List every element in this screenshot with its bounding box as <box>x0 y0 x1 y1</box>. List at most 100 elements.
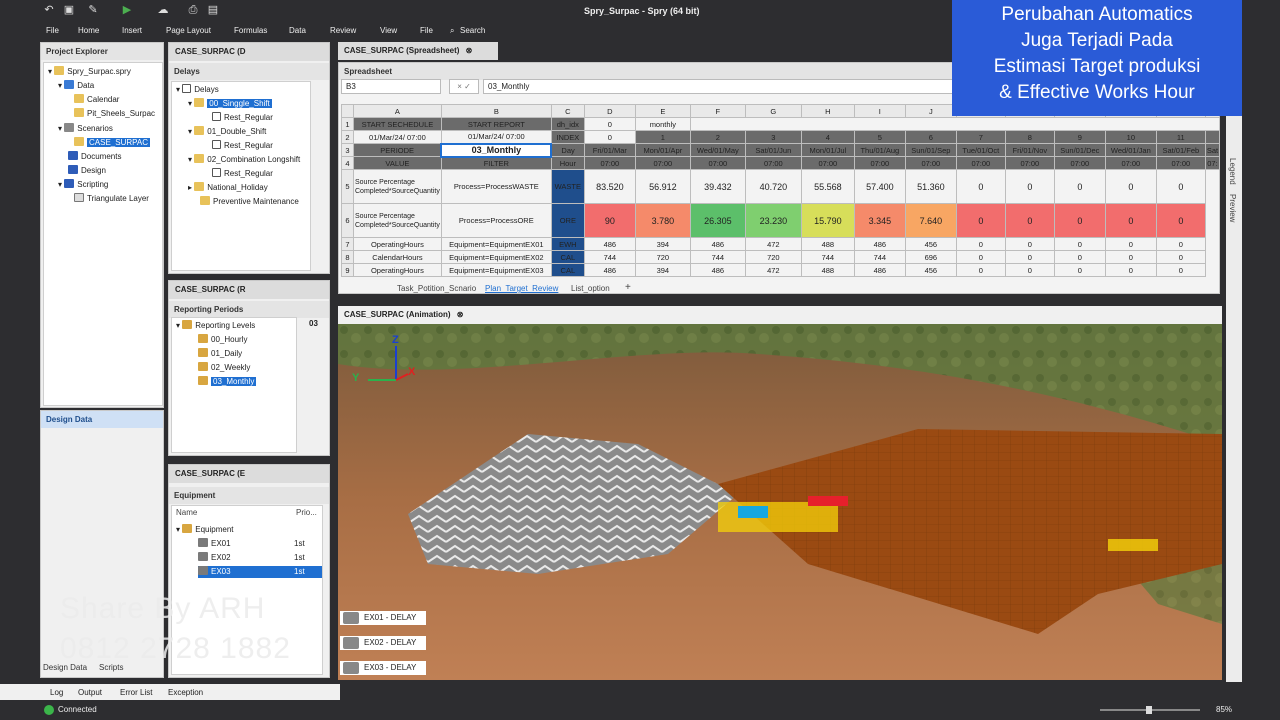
cell[interactable]: Process=ProcessORE <box>440 203 552 238</box>
cell[interactable]: Sat <box>1204 143 1221 157</box>
delay-node-holiday[interactable]: ▸ National_Holiday <box>188 182 268 194</box>
column-header[interactable]: E <box>634 104 691 118</box>
cell[interactable]: FILTER <box>440 156 552 170</box>
cell[interactable]: 3.345 <box>853 203 906 238</box>
cell[interactable]: 1 <box>634 130 691 144</box>
tree-node-documents[interactable]: Documents <box>68 151 121 163</box>
cell[interactable]: 0 <box>1053 169 1106 204</box>
cell[interactable]: 744 <box>800 250 855 264</box>
cell[interactable]: VALUE <box>353 156 442 170</box>
cell[interactable]: 486 <box>583 263 636 277</box>
cell[interactable]: 486 <box>853 237 906 251</box>
cell[interactable]: 0 <box>1053 263 1106 277</box>
cell[interactable]: EWH <box>550 237 585 251</box>
cell[interactable]: monthly <box>634 117 691 131</box>
cell[interactable]: 07:00 <box>689 156 746 170</box>
cell[interactable]: 07:00 <box>800 156 855 170</box>
cell[interactable]: CAL <box>550 250 585 264</box>
cell[interactable]: 394 <box>634 237 691 251</box>
spreadsheet-tab[interactable]: CASE_SURPAC (Spreadsheet) ⊗ <box>338 42 498 60</box>
cell[interactable]: 0 <box>955 203 1006 238</box>
cell[interactable]: 0 <box>1104 250 1157 264</box>
cell[interactable]: 07: <box>1204 156 1221 170</box>
reporting-tab[interactable]: CASE_SURPAC (R <box>169 281 329 299</box>
animation-tab[interactable]: CASE_SURPAC (Animation) ⊗ <box>338 306 1222 324</box>
equipment-tab[interactable]: CASE_SURPAC (E <box>169 465 329 483</box>
column-header[interactable]: I <box>853 104 906 118</box>
cell[interactable]: INDEX <box>550 130 585 144</box>
row-number[interactable]: 2 <box>341 130 354 144</box>
cell[interactable]: Fri/01/Nov <box>1004 143 1055 157</box>
delay-node-rest-2[interactable]: Rest_Regular <box>212 140 273 152</box>
menu-page-layout[interactable]: Page Layout <box>166 26 211 35</box>
cell[interactable]: 486 <box>689 237 746 251</box>
cell[interactable]: 83.520 <box>583 169 636 204</box>
report-node-daily[interactable]: 01_Daily <box>198 348 242 360</box>
cell[interactable]: 03_Monthly <box>440 142 553 158</box>
save-icon[interactable]: ▣ <box>62 4 76 17</box>
column-header[interactable]: D <box>583 104 636 118</box>
equip-node-root[interactable]: ▾ Equipment <box>176 524 234 536</box>
corner-cell[interactable] <box>341 104 354 118</box>
tab-log[interactable]: Log <box>50 688 63 697</box>
zoom-slider-thumb[interactable] <box>1146 706 1152 714</box>
wrench-icon[interactable]: ✎ <box>86 4 100 17</box>
cell[interactable]: dh_idx <box>550 117 585 131</box>
delay-node-rest-1[interactable]: Rest_Regular <box>212 112 273 124</box>
cell[interactable]: 0 <box>583 130 636 144</box>
row-number[interactable]: 5 <box>341 169 354 204</box>
cell[interactable]: 488 <box>800 263 855 277</box>
column-header[interactable]: F <box>689 104 746 118</box>
equip-node-ex01[interactable]: EX01 <box>198 538 231 550</box>
cell[interactable]: OperatingHours <box>353 263 442 277</box>
cell[interactable]: 0 <box>583 117 636 131</box>
cell[interactable]: 07:00 <box>853 156 906 170</box>
cell[interactable]: 0 <box>1155 250 1206 264</box>
cell[interactable]: 0 <box>1004 263 1055 277</box>
search-icon[interactable]: ⌕ <box>450 26 454 36</box>
report-node-monthly[interactable]: 03_Monthly <box>198 376 257 388</box>
dock-tab-legend[interactable]: Legend <box>1228 158 1237 185</box>
add-sheet-button[interactable]: + <box>625 282 631 293</box>
cell[interactable]: 2 <box>689 130 746 144</box>
cell[interactable]: 456 <box>904 237 957 251</box>
cell[interactable]: 0 <box>1004 250 1055 264</box>
cell[interactable]: 40.720 <box>744 169 802 204</box>
cell[interactable]: Mon/01/Jul <box>800 143 855 157</box>
cell[interactable]: 9 <box>1053 130 1106 144</box>
cell[interactable]: 7.640 <box>904 203 957 238</box>
row-number[interactable]: 6 <box>341 203 354 238</box>
cell[interactable]: 07:00 <box>955 156 1006 170</box>
cell[interactable]: 55.568 <box>800 169 855 204</box>
cell[interactable]: 8 <box>1004 130 1055 144</box>
cell[interactable]: CAL <box>550 263 585 277</box>
cell[interactable]: 0 <box>1053 237 1106 251</box>
cell[interactable]: 4 <box>800 130 855 144</box>
menu-view[interactable]: View <box>380 26 397 35</box>
cell[interactable]: 0 <box>1053 250 1106 264</box>
cell[interactable]: Tue/01/Oct <box>955 143 1006 157</box>
cell[interactable]: 472 <box>744 263 802 277</box>
column-header[interactable]: G <box>744 104 802 118</box>
cell[interactable]: 720 <box>634 250 691 264</box>
report-node-levels[interactable]: ▾ Reporting Levels <box>176 320 255 332</box>
menu-file[interactable]: File <box>46 26 59 35</box>
cloud-icon[interactable]: ☁ <box>156 4 170 17</box>
cell[interactable]: 744 <box>853 250 906 264</box>
menu-insert[interactable]: Insert <box>122 26 142 35</box>
delay-node-rest-3[interactable]: Rest_Regular <box>212 168 273 180</box>
cell[interactable]: 0 <box>1104 169 1157 204</box>
delay-node-combination[interactable]: ▾ 02_Combination Longshift <box>188 154 300 166</box>
equip-node-ex03[interactable]: EX03 1st <box>198 566 322 578</box>
delay-node-double-shift[interactable]: ▾ 01_Double_Shift <box>188 126 266 138</box>
cell[interactable]: 486 <box>853 263 906 277</box>
cell[interactable]: Source Percentage Completed*SourceQuanti… <box>353 169 442 204</box>
cell[interactable]: Equipment=EquipmentEX03 <box>440 263 552 277</box>
tree-node-calendar[interactable]: Calendar <box>74 94 119 106</box>
cell-reference-box[interactable]: B3 <box>341 79 441 94</box>
row-number[interactable]: 8 <box>341 250 354 264</box>
menu-search[interactable]: Search <box>460 26 485 35</box>
report-node-weekly[interactable]: 02_Weekly <box>198 362 250 374</box>
cell[interactable]: 0 <box>955 250 1006 264</box>
cell[interactable]: WASTE <box>550 169 585 204</box>
